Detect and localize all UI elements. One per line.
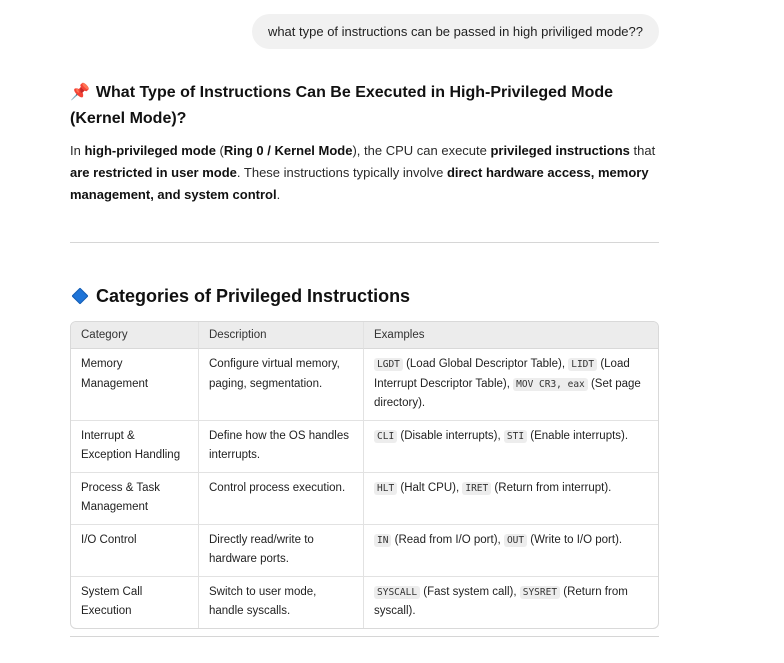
cell-examples: IN (Read from I/O port), OUT (Write to I… xyxy=(363,524,658,577)
instruction-code: HLT xyxy=(374,481,398,495)
table-header-row: Category Description Examples xyxy=(71,322,658,349)
intro-bold: are restricted in user mode xyxy=(70,165,237,180)
user-message-text: what type of instructions can be passed … xyxy=(267,24,643,39)
column-header-category: Category xyxy=(71,322,198,349)
instruction-description: (Read from I/O port), xyxy=(391,533,504,546)
instruction-description: (Disable interrupts), xyxy=(397,429,504,442)
pushpin-icon: 📌 xyxy=(70,84,90,101)
user-message-bubble: what type of instructions can be passed … xyxy=(251,14,659,49)
intro-text: . xyxy=(276,187,281,202)
intro-text: In xyxy=(70,143,85,158)
divider xyxy=(70,636,659,637)
cell-examples: LGDT (Load Global Descriptor Table), LID… xyxy=(363,349,658,421)
privileged-instructions-table: Category Description Examples Memory Man… xyxy=(70,321,659,629)
instruction-code: LIDT xyxy=(568,358,598,371)
instruction-code: SYSCALL xyxy=(374,585,421,599)
assistant-answer: 📌 What Type of Instructions Can Be Execut… xyxy=(70,80,659,206)
table-row: Interrupt & Exception Handling Define how… xyxy=(71,420,658,473)
cell-description: Control process execution. xyxy=(198,472,363,525)
cell-description: Configure virtual memory, paging, segmen… xyxy=(198,349,363,421)
section-heading-text: Categories of Privileged Instructions xyxy=(96,286,411,306)
intro-bold: high-privileged mode xyxy=(84,143,216,158)
intro-text: that xyxy=(629,143,656,158)
answer-title-text: What Type of Instructions Can Be Execute… xyxy=(70,84,614,127)
intro-bold: privileged instructions xyxy=(490,143,630,158)
intro-text: ( xyxy=(215,143,224,158)
cell-category: Interrupt & Exception Handling xyxy=(71,421,198,473)
answer-intro: In high-privileged mode (Ring 0 / Kernel… xyxy=(70,140,659,206)
cell-category: Process & Task Management xyxy=(71,473,198,525)
column-header-examples: Examples xyxy=(363,322,658,349)
table-row: I/O Control Directly read/write to hardwa… xyxy=(71,524,658,577)
cell-category: I/O Control xyxy=(71,525,198,577)
instruction-code: MOV CR3, eax xyxy=(513,377,588,391)
instruction-description: (Load Global Descriptor Table), xyxy=(402,358,569,370)
cell-description: Define how the OS handles interrupts. xyxy=(198,420,363,473)
table-row: System Call Execution Switch to user mode… xyxy=(71,576,658,628)
intro-bold: Ring 0 / Kernel Mode xyxy=(223,143,353,158)
instruction-description: (Fast system call), xyxy=(420,585,520,598)
intro-text: ), the CPU can execute xyxy=(352,143,491,158)
table-row: Memory Management Configure virtual memor… xyxy=(71,349,658,421)
cell-description: Directly read/write to hardware ports. xyxy=(198,524,363,577)
answer-title: 📌 What Type of Instructions Can Be Execut… xyxy=(70,80,659,132)
column-header-description: Description xyxy=(198,322,363,349)
instruction-description: (Return from interrupt). xyxy=(491,481,612,494)
instruction-code: CLI xyxy=(374,429,398,443)
instruction-code: IN xyxy=(374,533,392,547)
divider xyxy=(70,242,659,243)
table-row: Process & Task Management Control process… xyxy=(71,472,658,525)
cell-examples: HLT (Halt CPU), IRET (Return from interr… xyxy=(363,472,658,525)
instruction-code: OUT xyxy=(503,533,528,547)
cell-examples: CLI (Disable interrupts), STI (Enable in… xyxy=(363,420,658,473)
instruction-description: (Write to I/O port). xyxy=(527,533,623,546)
cell-description: Switch to user mode, handle syscalls. xyxy=(198,576,363,628)
section-heading: Categories of Privileged Instructions xyxy=(70,283,410,309)
cell-category: System Call Execution xyxy=(81,585,143,618)
cell-examples: SYSCALL (Fast system call), SYSRET (Retu… xyxy=(363,576,658,628)
instruction-code: IRET xyxy=(462,481,492,495)
blue-diamond-icon xyxy=(71,287,89,305)
cell-category: Memory Management xyxy=(71,349,198,421)
instruction-code: SYSRET xyxy=(519,585,561,599)
instruction-code: LGDT xyxy=(374,358,403,371)
instruction-description: (Enable interrupts). xyxy=(527,429,629,442)
instruction-description: (Halt CPU), xyxy=(397,481,463,494)
instruction-code: STI xyxy=(503,429,528,443)
intro-text: . These instructions typically involve xyxy=(236,165,447,180)
